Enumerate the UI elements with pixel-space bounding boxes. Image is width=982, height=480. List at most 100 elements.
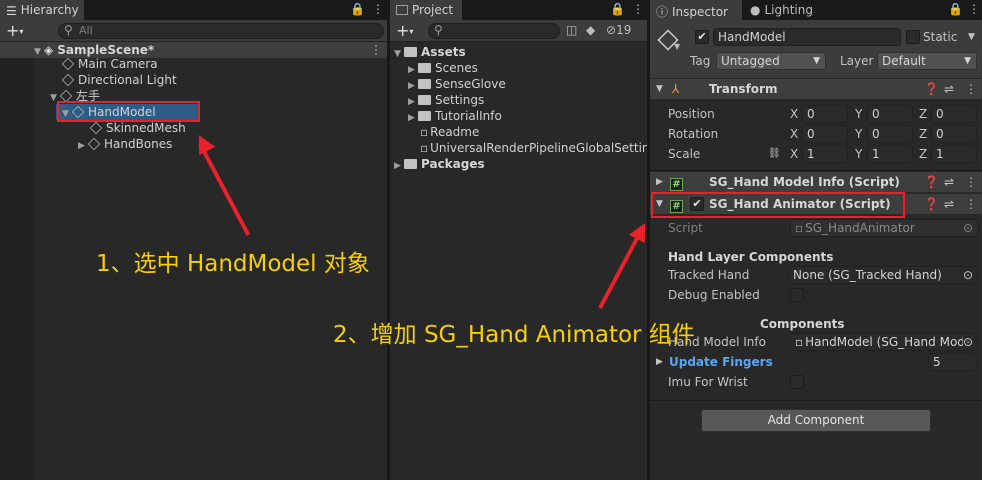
list-item[interactable]: ▶ TutorialInfo [408,108,502,124]
list-item[interactable]: ▶ Settings [408,92,484,108]
section-header: Components [760,317,845,331]
tab-lighting[interactable]: ● Lighting [744,0,834,20]
info-icon: ⓘ [656,5,669,19]
inspector-panel: ⓘ Inspector ● Lighting 🔒 ⋮ ▼ ✔ HandModel S… [650,0,982,480]
layer-dropdown[interactable]: Default ▼ [877,52,977,70]
hierarchy-toolbar: +▾ ⚲ All [0,20,387,42]
transform-header[interactable]: ▼ ⅄ Transform ❓ ⇌ ⋮ [650,79,982,99]
tag-dropdown[interactable]: Untagged ▼ [716,52,826,70]
imu-for-wrist-checkbox[interactable] [790,375,804,389]
preset-icon[interactable]: ⇌ [944,81,954,97]
transform-icon: ⅄ [672,82,680,96]
script-icon: # [670,178,683,191]
position-x-field[interactable]: 0 [802,105,848,123]
rotation-x-field[interactable]: 0 [802,125,848,143]
help-icon[interactable]: ❓ [924,174,939,190]
folder-icon [418,95,431,105]
filter-icon[interactable]: ◫ [566,23,577,37]
layer-label: Layer [840,54,874,68]
scene-row[interactable]: ▼ ◈ SampleScene* ⋮ [0,42,387,58]
rotation-y-field[interactable]: 0 [867,125,913,143]
list-item[interactable]: ▶ Scenes [408,60,478,76]
update-fingers-size-field[interactable]: 5 [928,353,978,371]
expand-arrow-icon[interactable]: ▼ [394,46,404,62]
gameobject-icon [61,73,75,87]
list-item[interactable]: SkinnedMesh [89,120,186,136]
constrain-proportions-icon[interactable]: ⛓ [768,146,781,162]
script-file-icon: ▫ [795,221,804,235]
asset-file-icon: ▫ [420,141,429,155]
unity-scene-icon: ◈ [44,43,54,57]
project-search-input[interactable]: ⚲ [428,23,560,39]
collapsed-arrow-icon[interactable]: ▶ [394,158,404,174]
object-picker-icon: ⊙ [962,221,973,235]
gameobject-icon [89,121,103,135]
component-menu-icon[interactable]: ⋮ [965,81,977,97]
lock-icon[interactable]: 🔒 [948,2,963,16]
rotation-z-field[interactable]: 0 [931,125,977,143]
tracked-hand-field[interactable]: None (SG_Tracked Hand) ⊙ [788,266,978,284]
position-z-field[interactable]: 0 [931,105,977,123]
static-dropdown-icon[interactable]: ▼ [968,29,975,45]
list-item[interactable]: ▶ HandBones [78,136,172,152]
assets-folder[interactable]: ▼ Assets [394,44,466,60]
scene-menu-icon[interactable]: ⋮ [370,42,382,58]
hierarchy-search-input[interactable]: ⚲ All [58,23,384,39]
help-icon[interactable]: ❓ [924,196,939,212]
object-name-field[interactable]: HandModel [713,28,901,46]
model-info-header[interactable]: ▶ # SG_Hand Model Info (Script) ❓ ⇌ ⋮ [650,172,982,192]
collapsed-arrow-icon[interactable]: ▶ [78,138,88,154]
create-asset-button[interactable]: +▾ [396,21,413,40]
update-fingers-label[interactable]: Update Fingers [669,354,773,370]
expand-arrow-icon[interactable]: ▼ [34,44,44,60]
help-icon[interactable]: ❓ [924,81,939,97]
list-item[interactable]: ▫ UniversalRenderPipelineGlobalSettings [420,140,647,156]
tab-project[interactable]: Project [390,0,462,20]
preset-icon[interactable]: ⇌ [944,196,954,212]
component-menu-icon[interactable]: ⋮ [965,174,977,190]
list-item[interactable]: Directional Light [61,72,177,88]
list-item[interactable]: ▶ SenseGlove [408,76,506,92]
preset-icon[interactable]: ⇌ [944,174,954,190]
collapsed-arrow-icon[interactable]: ▶ [656,354,663,370]
object-picker-icon[interactable]: ⊙ [962,334,973,350]
label-icon[interactable]: ◆ [586,23,595,37]
lock-icon[interactable]: 🔒 [350,2,365,16]
position-y-field[interactable]: 0 [867,105,913,123]
active-checkbox[interactable]: ✔ [695,30,709,44]
debug-enabled-checkbox[interactable] [790,288,804,302]
list-item[interactable]: ▫ Readme [420,124,479,140]
tab-inspector[interactable]: ⓘ Inspector [650,0,742,20]
component-menu-icon[interactable]: ⋮ [965,196,977,212]
chevron-down-icon[interactable]: ▼ [674,42,680,51]
folder-tab-icon [396,5,408,15]
tab-hierarchy[interactable]: ☰ Hierarchy [0,0,84,20]
collapsed-arrow-icon[interactable]: ▶ [656,174,663,190]
hidden-count[interactable]: ⊘19 [606,23,631,37]
list-item[interactable]: Main Camera [61,56,158,72]
kebab-menu-icon[interactable]: ⋮ [372,2,384,16]
create-button[interactable]: +▾ [6,21,23,40]
collapsed-arrow-icon[interactable]: ▶ [408,110,418,126]
script-field: ▫ SG_HandAnimator ⊙ [790,219,978,237]
hand-model-info-field[interactable]: ▫ HandModel (SG_Hand Mode ⊙ [790,333,978,351]
inspector-tabbar: ⓘ Inspector ● Lighting 🔒 ⋮ [650,0,982,20]
eye-slash-icon: ⊘ [606,23,617,37]
divider [650,400,982,401]
chevron-down-icon: ▼ [813,56,820,66]
expand-arrow-icon[interactable]: ▼ [656,81,663,97]
scale-z-field[interactable]: 1 [931,145,977,163]
add-component-button[interactable]: Add Component [701,409,931,432]
object-picker-icon[interactable]: ⊙ [963,267,973,283]
project-toolbar: +▾ ⚲ ◫ ◆ ⊘19 [390,20,647,42]
lock-icon[interactable]: 🔒 [610,2,625,16]
packages-folder[interactable]: ▶ Packages [394,156,485,172]
handmodel-highlight-box [57,101,200,122]
kebab-menu-icon[interactable]: ⋮ [632,2,644,16]
scale-x-field[interactable]: 1 [802,145,848,163]
kebab-menu-icon[interactable]: ⋮ [968,2,980,16]
folder-icon [404,47,417,57]
static-label: Static [923,30,958,44]
static-checkbox[interactable] [906,30,920,44]
scale-y-field[interactable]: 1 [867,145,913,163]
